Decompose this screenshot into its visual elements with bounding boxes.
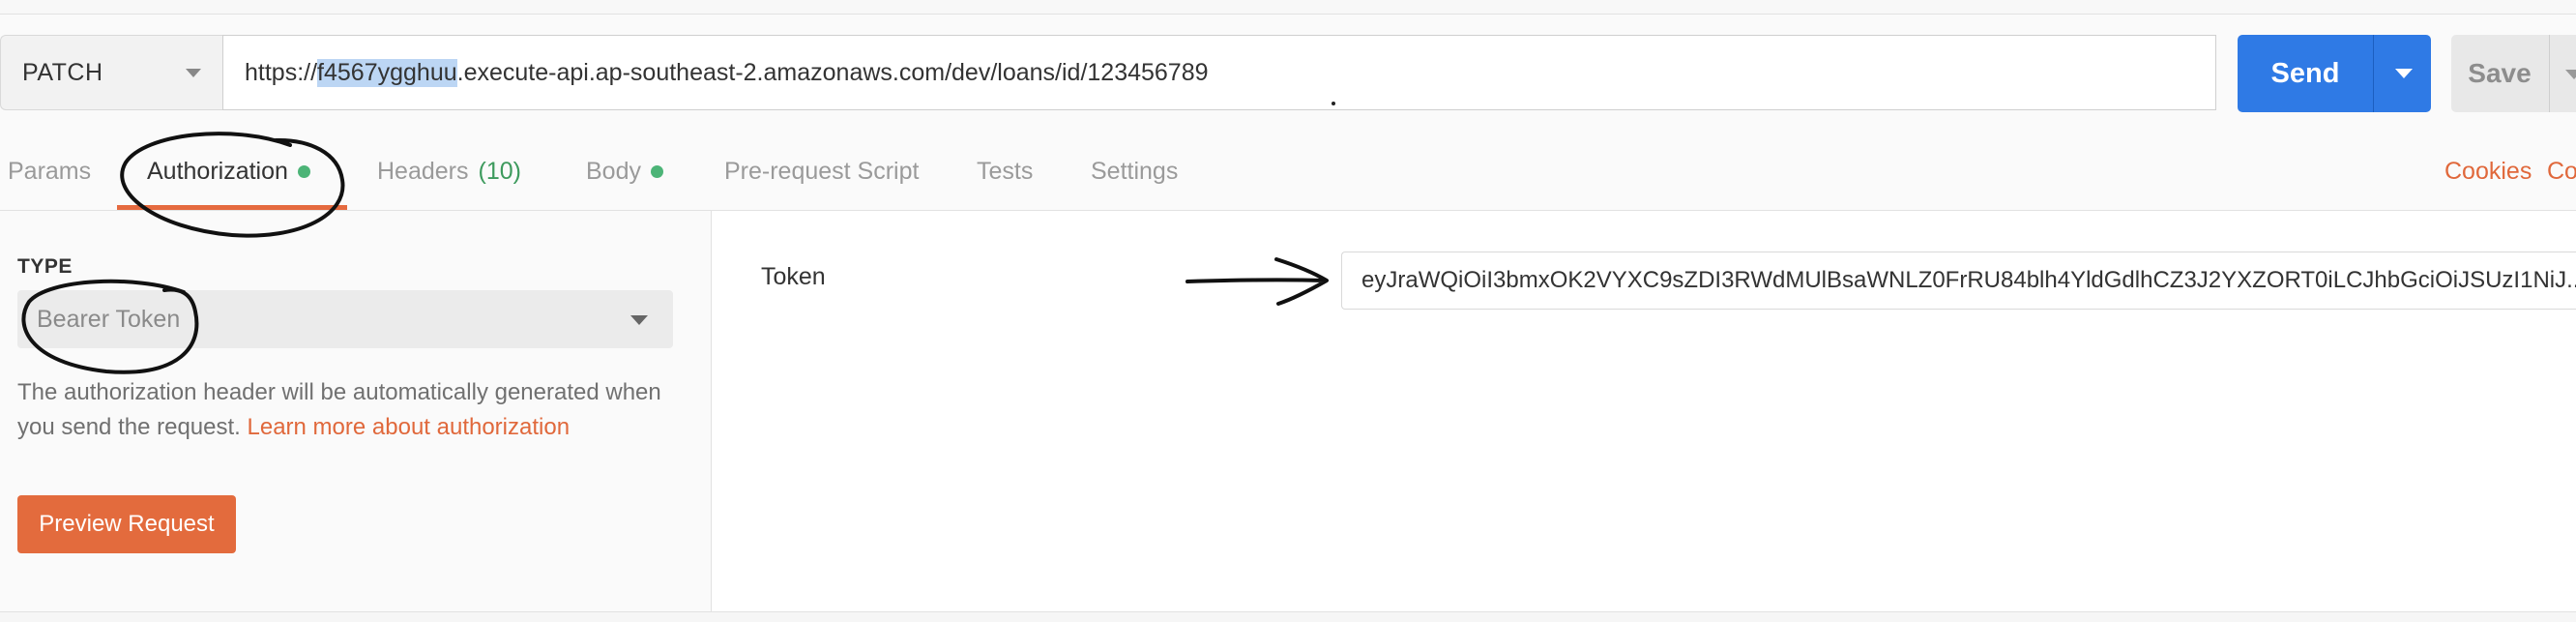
type-label: TYPE [17,255,73,278]
url-input[interactable]: https://f4567ygghuu .execute-api.ap-south… [222,35,2216,110]
tab-tests[interactable]: Tests [977,132,1033,211]
save-options-chevron-icon[interactable] [2565,70,2576,79]
save-label: Save [2468,58,2532,88]
learn-more-link[interactable]: Learn more about authorization [248,414,571,440]
code-link[interactable]: Co [2547,132,2576,211]
tab-authorization[interactable]: Authorization [147,132,310,211]
auth-type-value: Bearer Token [37,305,181,333]
tab-tests-label: Tests [977,157,1034,185]
headers-count: (10) [478,157,521,185]
preview-request-button[interactable]: Preview Request [17,495,236,553]
tab-prerequest-script[interactable]: Pre-request Script [724,132,919,211]
url-selected-text: f4567ygghuu [317,58,457,87]
url-prefix: https:// [245,58,318,86]
auth-type-panel: TYPE Bearer Token The authorization head… [0,211,712,611]
chevron-down-icon [630,315,648,325]
tab-body[interactable]: Body [586,132,663,211]
auth-token-panel: Token eyJraWQiOiI3bmxOK2VYXC9sZDI3RWdMUl… [712,211,2576,611]
tab-params-label: Params [8,157,92,185]
body-indicator-dot [650,164,663,178]
active-indicator-dot [297,164,310,178]
save-divider [2549,35,2550,112]
tab-prerequest-label: Pre-request Script [724,157,920,185]
method-select[interactable]: PATCH [0,35,222,110]
tab-headers[interactable]: Headers (10) [377,132,521,211]
token-value: eyJraWQiOiI3bmxOK2VYXC9sZDI3RWdMUlBsaWNL… [1361,267,2576,293]
method-label: PATCH [22,58,103,86]
tab-params[interactable]: Params [8,132,91,211]
send-label: Send [2270,57,2340,89]
request-tabs: Params Authorization Headers (10) Body P… [0,132,2576,211]
token-label: Token [761,263,826,290]
tab-body-label: Body [586,157,641,185]
tab-settings-label: Settings [1091,157,1179,185]
tab-settings[interactable]: Settings [1091,132,1178,211]
auth-description: The authorization header will be automat… [17,375,694,445]
tab-authorization-label: Authorization [147,157,288,185]
token-input[interactable]: eyJraWQiOiI3bmxOK2VYXC9sZDI3RWdMUlBsaWNL… [1341,252,2576,310]
send-divider [2373,35,2374,112]
chevron-down-icon [186,69,201,77]
text-cursor-dot [1332,102,1335,105]
tab-headers-label: Headers [377,157,469,185]
auth-type-select[interactable]: Bearer Token [17,290,673,348]
send-button[interactable]: Send [2238,35,2431,112]
send-options-chevron-icon[interactable] [2395,69,2413,78]
active-tab-underline [117,205,347,210]
save-button[interactable]: Save [2451,35,2576,112]
top-divider [0,0,2576,15]
bottom-divider [0,611,2576,622]
cookies-link[interactable]: Cookies [2444,132,2532,211]
url-rest: .execute-api.ap-southeast-2.amazonaws.co… [456,58,1209,86]
